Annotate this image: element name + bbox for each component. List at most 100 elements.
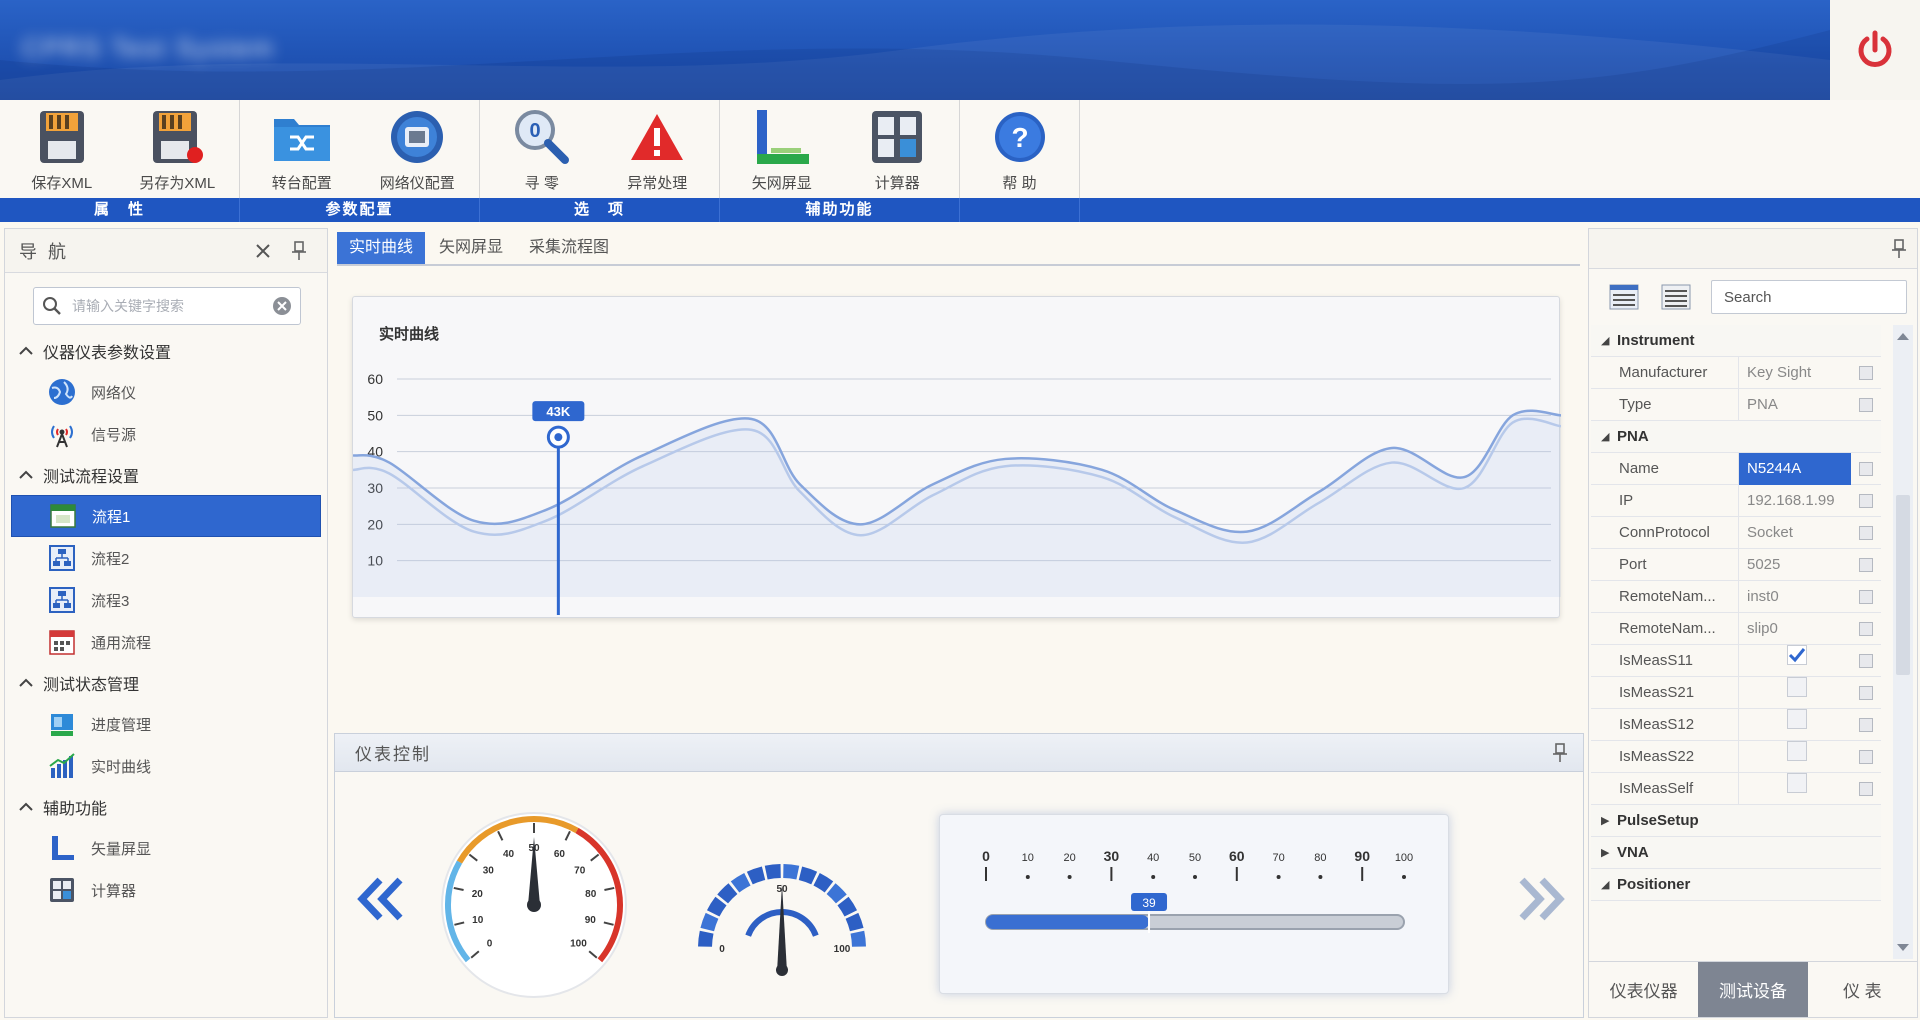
group-label-properties: 属 性 <box>0 198 240 222</box>
next-button[interactable] <box>1511 869 1571 929</box>
navigation-panel: 导 航 仪器仪表参数设置 网络仪 信号源 测试流程设置 流程1 流程2 流程 <box>4 228 328 1018</box>
gauge-segment <box>845 912 864 932</box>
nav-item-signal-source[interactable]: 信号源 <box>5 413 327 455</box>
property-row[interactable]: IP 192.168.1.99 <box>1591 484 1881 517</box>
property-value[interactable]: 192.168.1.99 <box>1739 485 1851 517</box>
property-value[interactable]: slip0 <box>1739 613 1851 645</box>
property-editor-button[interactable] <box>1851 645 1881 677</box>
property-editor-button[interactable] <box>1851 389 1881 421</box>
property-row[interactable]: IsMeasS22 <box>1591 740 1881 773</box>
property-value[interactable]: inst0 <box>1739 581 1851 613</box>
property-checkbox[interactable] <box>1787 708 1807 729</box>
nav-item-flow-3[interactable]: 流程3 <box>5 579 327 621</box>
help-button[interactable]: ? 帮 助 <box>964 100 1075 198</box>
nav-section-test-status[interactable]: 测试状态管理 <box>5 663 327 703</box>
property-row[interactable]: IsMeasS21 <box>1591 676 1881 709</box>
property-editor-button[interactable] <box>1851 581 1881 613</box>
property-row[interactable]: Port 5025 <box>1591 548 1881 581</box>
property-category[interactable]: ▶ VNA <box>1591 837 1881 869</box>
nav-section-aux[interactable]: 辅助功能 <box>5 787 327 827</box>
scroll-thumb[interactable] <box>1896 495 1910 675</box>
property-scrollbar[interactable] <box>1893 325 1913 959</box>
property-row[interactable]: IsMeasSelf <box>1591 772 1881 805</box>
property-search-input[interactable] <box>1711 280 1907 314</box>
expanded-triangle-icon: ◢ <box>1601 431 1610 443</box>
gauge-segment <box>783 864 800 880</box>
exception-handling-button[interactable]: 异常处理 <box>600 100 716 198</box>
property-row[interactable]: Type PNA <box>1591 388 1881 421</box>
tab-meters[interactable]: 仪 表 <box>1808 962 1917 1017</box>
close-icon[interactable] <box>249 237 277 265</box>
save-as-xml-button[interactable]: 另存为XML <box>120 100 236 198</box>
pin-icon[interactable] <box>1545 738 1575 768</box>
property-value[interactable]: Socket <box>1739 517 1851 549</box>
vna-display-button[interactable]: 矢网屏显 <box>724 100 840 198</box>
tab-vna-display[interactable]: 矢网屏显 <box>427 232 515 264</box>
ribbon-group-labels: 属 性 参数配置 选 项 辅助功能 <box>0 198 1920 222</box>
property-editor-button[interactable] <box>1851 517 1881 549</box>
nav-section-instrument-params[interactable]: 仪器仪表参数设置 <box>5 331 327 371</box>
nav-section-test-flow[interactable]: 测试流程设置 <box>5 455 327 495</box>
property-checkbox[interactable] <box>1787 644 1807 665</box>
property-editor-button[interactable] <box>1851 677 1881 709</box>
property-category[interactable]: ◢ Instrument <box>1591 325 1881 357</box>
property-row[interactable]: Name N5244A <box>1591 452 1881 485</box>
property-row[interactable]: IsMeasS12 <box>1591 708 1881 741</box>
tab-acquisition-flow[interactable]: 采集流程图 <box>517 232 621 264</box>
pin-icon[interactable] <box>285 237 313 265</box>
turntable-config-button[interactable]: 转台配置 <box>244 100 360 198</box>
property-checkbox[interactable] <box>1787 772 1807 793</box>
property-editor-button[interactable] <box>1851 485 1881 517</box>
calculator-button[interactable]: 计算器 <box>840 100 956 198</box>
property-editor-button[interactable] <box>1851 709 1881 741</box>
nav-item-progress[interactable]: 进度管理 <box>5 703 327 745</box>
clear-search-icon[interactable] <box>272 296 292 316</box>
property-category[interactable]: ◢ PNA <box>1591 421 1881 453</box>
property-editor-button[interactable] <box>1851 357 1881 389</box>
nav-item-network-analyzer[interactable]: 网络仪 <box>5 371 327 413</box>
property-editor-button[interactable] <box>1851 613 1881 645</box>
scroll-up-icon[interactable] <box>1896 331 1910 341</box>
property-checkbox[interactable] <box>1787 740 1807 761</box>
property-editor-button[interactable] <box>1851 453 1881 485</box>
property-value[interactable]: PNA <box>1739 389 1851 421</box>
nav-search-input[interactable] <box>72 298 272 314</box>
gauge-segment <box>813 872 834 893</box>
find-zero-button[interactable]: 0 寻 零 <box>484 100 600 198</box>
nav-item-general-flow[interactable]: 通用流程 <box>5 621 327 663</box>
tab-test-equipment[interactable]: 测试设备 <box>1698 962 1808 1017</box>
range-slider[interactable]: 0 10 20 30 40 50 60 70 80 90 100 39 <box>940 815 1450 995</box>
nav-item-calculator[interactable]: 计算器 <box>5 869 327 911</box>
nav-item-flow-2[interactable]: 流程2 <box>5 537 327 579</box>
property-category[interactable]: ▶ PulseSetup <box>1591 805 1881 837</box>
property-value[interactable]: 5025 <box>1739 549 1851 581</box>
property-editor-button[interactable] <box>1851 773 1881 805</box>
gauge-segment <box>798 866 818 885</box>
property-row[interactable]: RemoteNam... inst0 <box>1591 580 1881 613</box>
alphabetical-view-icon[interactable] <box>1659 282 1693 312</box>
pin-icon[interactable] <box>1887 237 1911 261</box>
scroll-down-icon[interactable] <box>1896 943 1910 953</box>
turntable-config-label: 转台配置 <box>271 175 332 192</box>
property-editor-button[interactable] <box>1851 549 1881 581</box>
nav-item-vector-display[interactable]: 矢量屏显 <box>5 827 327 869</box>
power-button[interactable] <box>1830 0 1920 100</box>
slider-fill <box>986 915 1150 929</box>
property-editor-button[interactable] <box>1851 741 1881 773</box>
tab-realtime-curve[interactable]: 实时曲线 <box>337 232 426 264</box>
categorized-view-icon[interactable] <box>1607 282 1641 312</box>
property-category[interactable]: ◢ Positioner <box>1591 869 1881 901</box>
previous-button[interactable] <box>351 869 411 929</box>
tab-instruments[interactable]: 仪表仪器 <box>1589 962 1698 1017</box>
property-value[interactable]: Key Sight <box>1739 357 1851 389</box>
nav-item-realtime-curve[interactable]: 实时曲线 <box>5 745 327 787</box>
property-checkbox[interactable] <box>1787 676 1807 697</box>
network-analyzer-config-button[interactable]: 网络仪配置 <box>360 100 476 198</box>
property-value[interactable]: N5244A <box>1739 452 1851 485</box>
property-row[interactable]: ConnProtocol Socket <box>1591 516 1881 549</box>
property-row[interactable]: RemoteNam... slip0 <box>1591 612 1881 645</box>
property-row[interactable]: IsMeasS11 <box>1591 644 1881 677</box>
nav-item-flow-1[interactable]: 流程1 <box>11 495 321 537</box>
save-xml-button[interactable]: 保存XML <box>4 100 120 198</box>
property-row[interactable]: Manufacturer Key Sight <box>1591 356 1881 389</box>
